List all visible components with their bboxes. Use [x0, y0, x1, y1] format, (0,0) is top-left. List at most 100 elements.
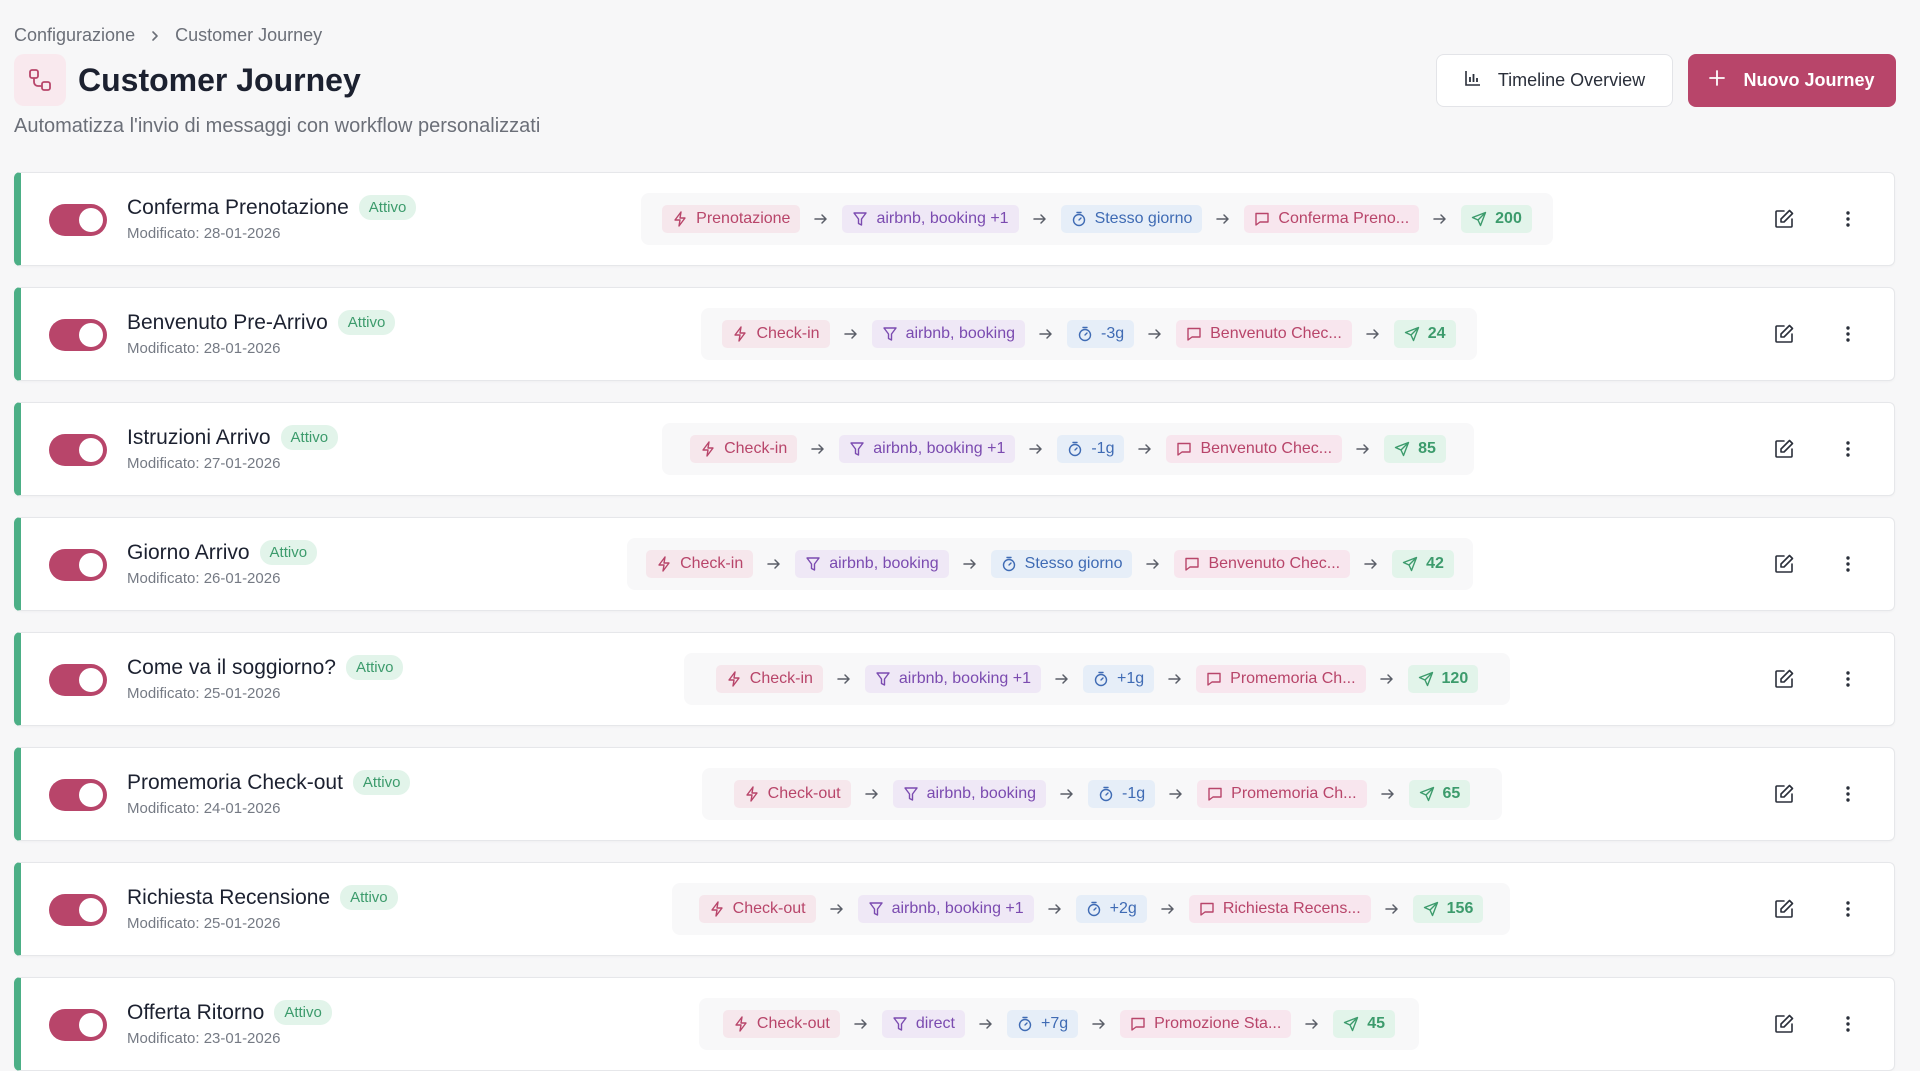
timer-chip[interactable]: Stesso giorno — [1060, 205, 1203, 233]
journey-active-toggle[interactable] — [49, 779, 107, 811]
sent-chip[interactable]: 42 — [1392, 550, 1454, 578]
journey-active-toggle[interactable] — [49, 664, 107, 696]
trigger-chip[interactable]: Check-in — [690, 435, 798, 463]
more-vertical-icon[interactable] — [1837, 438, 1861, 462]
toggle-knob — [79, 783, 103, 807]
edit-icon[interactable] — [1773, 668, 1797, 692]
sent-chip[interactable]: 120 — [1407, 665, 1479, 693]
journey-name[interactable]: Istruzioni Arrivo — [127, 426, 271, 450]
message-chip[interactable]: Benvenuto Chec... — [1166, 435, 1343, 463]
filter-chip[interactable]: airbnb, booking +1 — [839, 435, 1016, 463]
trigger-chip[interactable]: Check-in — [715, 665, 823, 693]
message-chip[interactable]: Richiesta Recens... — [1188, 895, 1371, 923]
trigger-chip[interactable]: Check-in — [646, 550, 754, 578]
filter-label: airbnb, booking +1 — [873, 440, 1006, 457]
journey-active-toggle[interactable] — [49, 319, 107, 351]
journey-flow: Check-in airbnb, booking Stesso giorno Benv… — [627, 538, 1473, 590]
journey-active-toggle[interactable] — [49, 894, 107, 926]
more-vertical-icon[interactable] — [1837, 323, 1861, 347]
edit-icon[interactable] — [1773, 208, 1797, 232]
sent-chip[interactable]: 45 — [1333, 1010, 1396, 1038]
timer-label: +7g — [1040, 1015, 1069, 1032]
trigger-label: Check-in — [749, 670, 813, 687]
trigger-chip[interactable]: Check-out — [698, 895, 816, 923]
arrow-right-icon — [1379, 672, 1394, 686]
journey-name[interactable]: Promemoria Check-out — [127, 771, 343, 795]
timer-label: Stesso giorno — [1024, 555, 1123, 572]
journey-flow: Check-out direct +7g Promozione Sta... 45 — [699, 998, 1419, 1050]
more-vertical-icon[interactable] — [1837, 783, 1861, 807]
edit-icon[interactable] — [1773, 323, 1797, 347]
timer-chip[interactable]: +7g — [1006, 1010, 1079, 1038]
journey-active-toggle[interactable] — [49, 549, 107, 581]
new-journey-button[interactable]: Nuovo Journey — [1688, 54, 1896, 107]
edit-icon[interactable] — [1773, 898, 1797, 922]
trigger-chip[interactable]: Check-out — [733, 780, 851, 808]
bolt-icon — [726, 671, 742, 687]
more-vertical-icon[interactable] — [1837, 553, 1861, 577]
journey-card: Benvenuto Pre-Arrivo Attivo Modificato: 28… — [14, 287, 1895, 381]
status-badge: Attivo — [340, 885, 398, 910]
timer-chip[interactable]: +2g — [1075, 895, 1147, 923]
filter-chip[interactable]: airbnb, booking — [892, 780, 1047, 808]
trigger-chip[interactable]: Check-in — [722, 320, 830, 348]
page-subtitle: Automatizza l'invio di messaggi con work… — [14, 115, 541, 137]
timeline-overview-button[interactable]: Timeline Overview — [1436, 54, 1673, 107]
trigger-chip[interactable]: Check-out — [722, 1010, 840, 1038]
arrow-right-icon — [1380, 787, 1395, 801]
filter-chip[interactable]: airbnb, booking — [871, 320, 1025, 348]
edit-icon[interactable] — [1773, 553, 1797, 577]
arrow-right-icon — [837, 672, 851, 686]
more-vertical-icon[interactable] — [1837, 898, 1861, 922]
status-badge: Attivo — [358, 195, 417, 220]
journey-name[interactable]: Conferma Prenotazione — [127, 196, 349, 220]
journey-name[interactable]: Giorno Arrivo — [127, 541, 250, 565]
sent-chip[interactable]: 156 — [1412, 895, 1484, 923]
timer-chip[interactable]: -1g — [1088, 780, 1156, 808]
timer-label: +2g — [1109, 900, 1137, 917]
sent-chip[interactable]: 24 — [1393, 320, 1456, 348]
journey-info: Offerta Ritorno Attivo Modificato: 23-01-2… — [127, 1000, 332, 1047]
breadcrumb-parent-link[interactable]: Configurazione — [14, 25, 135, 46]
sent-chip[interactable]: 65 — [1408, 780, 1471, 808]
more-vertical-icon[interactable] — [1837, 208, 1861, 232]
send-icon — [1418, 671, 1434, 687]
journey-active-toggle[interactable] — [49, 434, 107, 466]
more-vertical-icon[interactable] — [1837, 1013, 1861, 1037]
arrow-right-icon — [1092, 1017, 1106, 1031]
edit-icon[interactable] — [1773, 438, 1797, 462]
edit-icon[interactable] — [1773, 1013, 1797, 1037]
journey-active-toggle[interactable] — [49, 1009, 107, 1041]
message-label: Conferma Preno... — [1278, 210, 1410, 227]
message-chip[interactable]: Promozione Sta... — [1120, 1010, 1292, 1038]
journey-name[interactable]: Offerta Ritorno — [127, 1001, 264, 1025]
message-chip[interactable]: Promemoria Ch... — [1196, 665, 1366, 693]
more-vertical-icon[interactable] — [1837, 668, 1861, 692]
filter-chip[interactable]: airbnb, booking +1 — [842, 205, 1019, 233]
funnel-icon — [849, 441, 865, 457]
sent-chip[interactable]: 85 — [1384, 435, 1446, 463]
message-chip[interactable]: Promemoria Ch... — [1197, 780, 1367, 808]
journey-name[interactable]: Richiesta Recensione — [127, 886, 330, 910]
message-chip[interactable]: Conferma Preno... — [1244, 205, 1420, 233]
timer-chip[interactable]: +1g — [1083, 665, 1155, 693]
journey-modified-date: Modificato: 24-01-2026 — [127, 800, 281, 817]
message-icon — [1176, 441, 1192, 457]
journey-modified-date: Modificato: 27-01-2026 — [127, 455, 281, 472]
timer-chip[interactable]: -3g — [1067, 320, 1135, 348]
trigger-chip[interactable]: Prenotazione — [662, 205, 801, 233]
stopwatch-icon — [1017, 1016, 1033, 1032]
filter-chip[interactable]: airbnb, booking — [795, 550, 949, 578]
journey-name[interactable]: Benvenuto Pre-Arrivo — [127, 311, 328, 335]
filter-chip[interactable]: airbnb, booking +1 — [857, 895, 1034, 923]
timer-chip[interactable]: Stesso giorno — [990, 550, 1133, 578]
filter-chip[interactable]: airbnb, booking +1 — [864, 665, 1042, 693]
sent-chip[interactable]: 200 — [1461, 205, 1532, 233]
journey-active-toggle[interactable] — [49, 204, 107, 236]
filter-chip[interactable]: direct — [881, 1010, 965, 1038]
message-chip[interactable]: Benvenuto Chec... — [1174, 550, 1351, 578]
journey-name[interactable]: Come va il soggiorno? — [127, 656, 336, 680]
edit-icon[interactable] — [1773, 783, 1797, 807]
timer-chip[interactable]: -1g — [1057, 435, 1125, 463]
message-chip[interactable]: Benvenuto Chec... — [1176, 320, 1352, 348]
